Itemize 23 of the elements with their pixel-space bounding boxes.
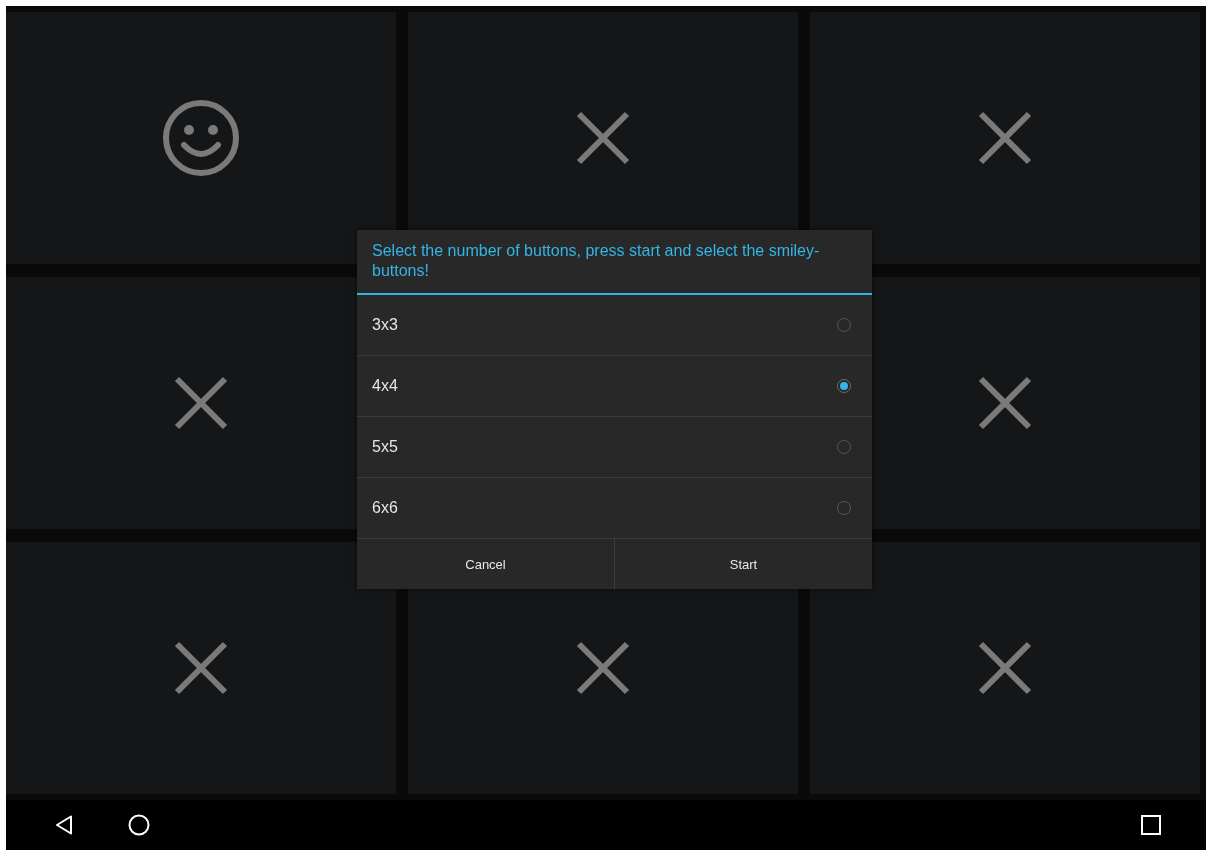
option-row[interactable]: 4x4: [357, 356, 872, 417]
recents-icon[interactable]: [1141, 815, 1161, 835]
start-button[interactable]: Start: [614, 539, 872, 589]
option-row[interactable]: 5x5: [357, 417, 872, 478]
home-icon[interactable]: [128, 814, 150, 836]
cancel-button[interactable]: Cancel: [357, 539, 614, 589]
game-button[interactable]: [810, 542, 1200, 794]
smiley-icon: [162, 99, 240, 177]
option-label: 5x5: [372, 438, 398, 456]
close-icon: [978, 376, 1032, 430]
game-button[interactable]: [6, 542, 396, 794]
back-icon[interactable]: [55, 815, 73, 835]
option-label: 3x3: [372, 316, 398, 334]
close-icon: [174, 641, 228, 695]
close-icon: [978, 641, 1032, 695]
option-row[interactable]: 6x6: [357, 478, 872, 539]
option-row[interactable]: 3x3: [357, 295, 872, 356]
close-icon: [174, 376, 228, 430]
close-icon: [576, 111, 630, 165]
close-icon: [978, 111, 1032, 165]
close-icon: [576, 641, 630, 695]
option-label: 4x4: [372, 377, 398, 395]
option-label: 6x6: [372, 499, 398, 517]
